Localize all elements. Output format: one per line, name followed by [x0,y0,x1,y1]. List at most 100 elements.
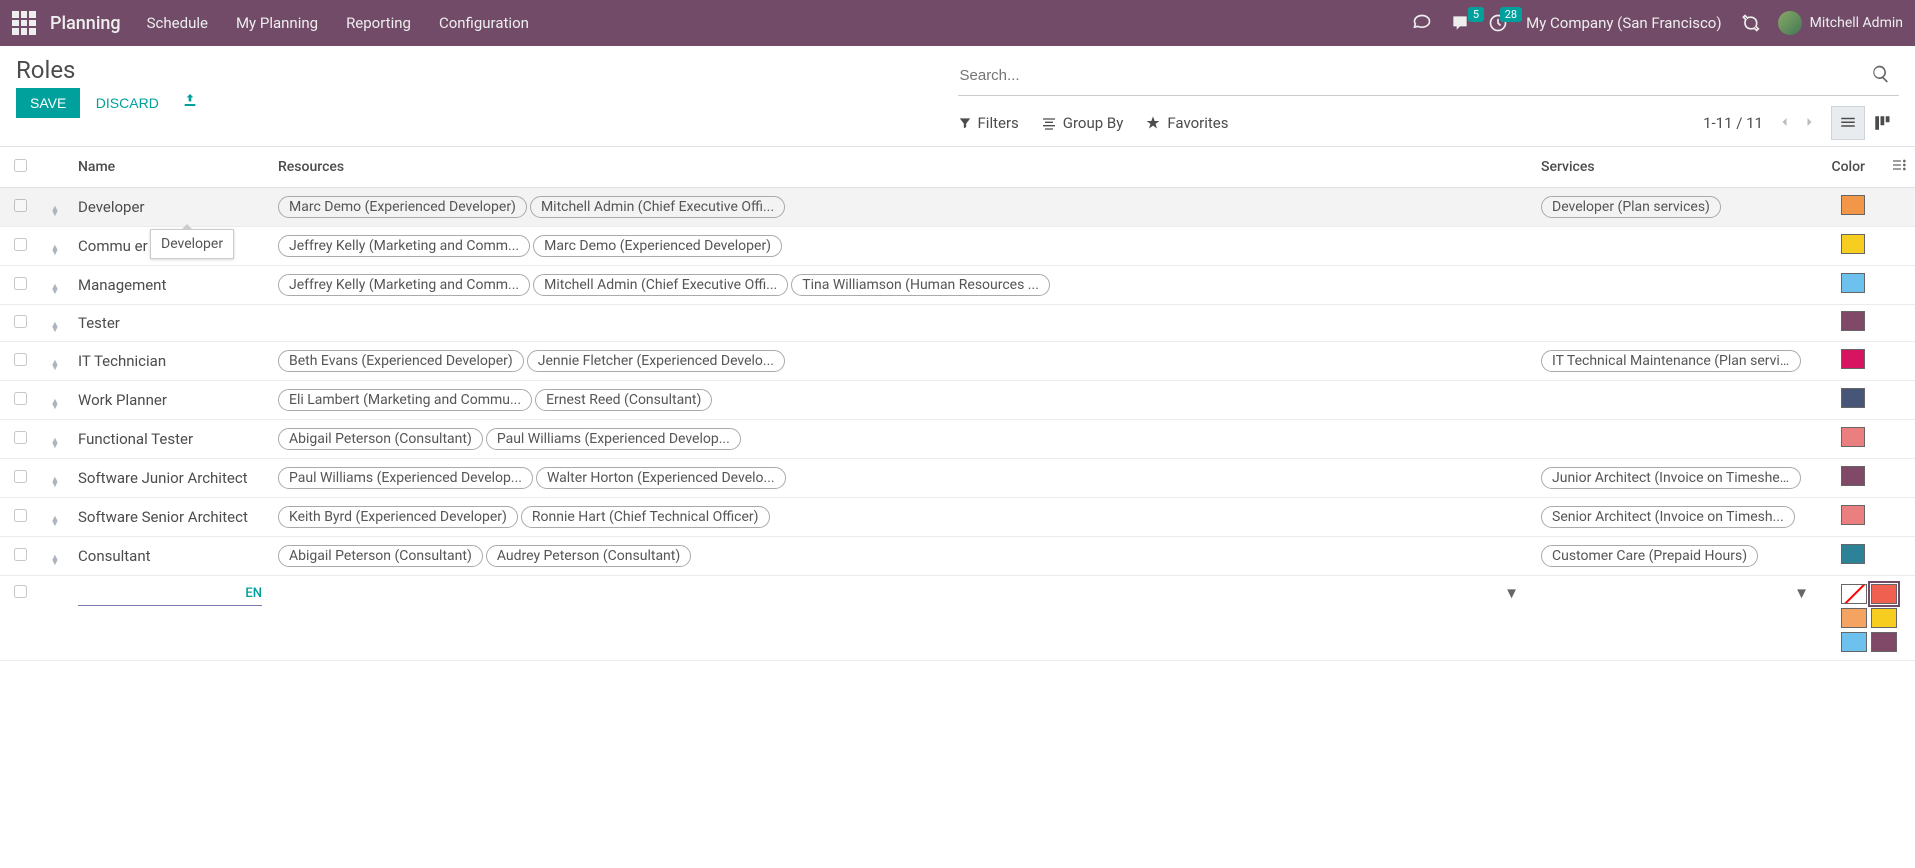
nav-my-planning[interactable]: My Planning [236,14,318,32]
row-resources[interactable]: Jeffrey Kelly (Marketing and Comm...Mitc… [270,266,1533,305]
color-swatch[interactable] [1841,388,1865,408]
row-services[interactable]: Customer Care (Prepaid Hours) [1533,537,1823,576]
service-tag[interactable]: Customer Care (Prepaid Hours) [1541,545,1758,567]
color-swatch[interactable] [1841,349,1865,369]
drag-handle[interactable]: ▲▼ [40,420,70,459]
color-swatch[interactable] [1841,273,1865,293]
row-name[interactable]: Functional Tester [70,420,270,459]
resource-tag[interactable]: Abigail Peterson (Consultant) [278,428,483,450]
pager-next[interactable] [1797,111,1821,136]
row-services[interactable] [1533,227,1823,266]
table-row[interactable]: ▲▼IT TechnicianBeth Evans (Experienced D… [0,342,1915,381]
row-resources[interactable]: Beth Evans (Experienced Developer)Jennie… [270,342,1533,381]
select-all-checkbox[interactable] [14,159,27,172]
row-name[interactable]: Consultant [70,537,270,576]
table-row[interactable]: ▲▼DeveloperMarc Demo (Experienced Develo… [0,188,1915,227]
color-swatch[interactable] [1841,234,1865,254]
resource-tag[interactable]: Audrey Peterson (Consultant) [486,545,691,567]
color-none[interactable] [1841,584,1867,604]
drag-handle[interactable]: ▲▼ [40,188,70,227]
pager-text[interactable]: 1-11 / 11 [1703,114,1763,132]
save-button[interactable]: SAVE [16,88,80,118]
row-name[interactable]: Management [70,266,270,305]
row-resources[interactable]: Marc Demo (Experienced Developer)Mitchel… [270,188,1533,227]
row-resources[interactable]: Abigail Peterson (Consultant)Paul Willia… [270,420,1533,459]
row-name[interactable]: Tester [70,305,270,342]
row-services[interactable]: Junior Architect (Invoice on Timeshe... [1533,459,1823,498]
row-services[interactable] [1533,381,1823,420]
groupby-button[interactable]: Group By [1041,114,1124,132]
resource-tag[interactable]: Abigail Peterson (Consultant) [278,545,483,567]
drag-handle[interactable]: ▲▼ [40,459,70,498]
row-services[interactable]: Developer (Plan services) [1533,188,1823,227]
view-kanban-button[interactable] [1865,106,1899,140]
table-row[interactable]: ▲▼Functional TesterAbigail Peterson (Con… [0,420,1915,459]
resource-tag[interactable]: Marc Demo (Experienced Developer) [533,235,782,257]
service-tag[interactable]: Senior Architect (Invoice on Timesh... [1541,506,1795,528]
resource-tag[interactable]: Beth Evans (Experienced Developer) [278,350,524,372]
col-resources[interactable]: Resources [270,147,1533,188]
nav-reporting[interactable]: Reporting [346,14,411,32]
table-row[interactable]: ▲▼Work PlannerEli Lambert (Marketing and… [0,381,1915,420]
resource-tag[interactable]: Keith Byrd (Experienced Developer) [278,506,518,528]
row-checkbox[interactable] [14,277,27,290]
row-resources[interactable]: Abigail Peterson (Consultant)Audrey Pete… [270,537,1533,576]
service-tag[interactable]: IT Technical Maintenance (Plan servi... [1541,350,1801,372]
pager-prev[interactable] [1773,111,1797,136]
row-name[interactable]: IT Technician [70,342,270,381]
table-row[interactable]: ▲▼ConsultantAbigail Peterson (Consultant… [0,537,1915,576]
col-options-icon[interactable] [1883,147,1915,188]
activities-icon[interactable]: 28 [1488,13,1508,33]
color-option[interactable] [1841,608,1867,628]
view-list-button[interactable] [1831,106,1865,140]
export-icon[interactable] [182,96,198,112]
color-swatch[interactable] [1841,466,1865,486]
resource-tag[interactable]: Walter Horton (Experienced Develo... [536,467,786,489]
color-swatch[interactable] [1841,195,1865,215]
resource-tag[interactable]: Tina Williamson (Human Resources ... [791,274,1050,296]
row-services[interactable]: IT Technical Maintenance (Plan servi... [1533,342,1823,381]
resource-tag[interactable]: Marc Demo (Experienced Developer) [278,196,527,218]
row-resources[interactable]: Eli Lambert (Marketing and Commu...Ernes… [270,381,1533,420]
row-services[interactable]: Senior Architect (Invoice on Timesh... [1533,498,1823,537]
resource-tag[interactable]: Ernest Reed (Consultant) [535,389,712,411]
voip-icon[interactable] [1412,13,1432,33]
new-row-checkbox[interactable] [14,585,27,598]
user-menu[interactable]: Mitchell Admin [1778,11,1903,35]
resource-tag[interactable]: Jennie Fletcher (Experienced Develo... [527,350,785,372]
service-tag[interactable]: Developer (Plan services) [1541,196,1721,218]
search-icon[interactable] [1863,60,1899,91]
drag-handle[interactable]: ▲▼ [40,342,70,381]
color-swatch[interactable] [1841,427,1865,447]
apps-icon[interactable] [12,11,36,35]
row-checkbox[interactable] [14,470,27,483]
resource-tag[interactable]: Paul Williams (Experienced Develop... [486,428,741,450]
search-input[interactable] [958,61,1864,90]
row-checkbox[interactable] [14,431,27,444]
table-row[interactable]: ▲▼Tester [0,305,1915,342]
resource-tag[interactable]: Ronnie Hart (Chief Technical Officer) [521,506,770,528]
favorites-button[interactable]: Favorites [1145,114,1228,132]
discard-button[interactable]: DISCARD [92,88,163,118]
row-checkbox[interactable] [14,509,27,522]
drag-handle[interactable]: ▲▼ [40,227,70,266]
row-checkbox[interactable] [14,315,27,328]
table-row[interactable]: ▲▼Software Junior ArchitectPaul Williams… [0,459,1915,498]
new-services-dropdown[interactable]: ▼ [1794,584,1809,602]
resource-tag[interactable]: Mitchell Admin (Chief Executive Offi... [533,274,788,296]
table-row[interactable]: ▲▼Commu erJeffrey Kelly (Marketing and C… [0,227,1915,266]
row-services[interactable] [1533,420,1823,459]
filters-button[interactable]: Filters [958,114,1019,132]
row-resources[interactable] [270,305,1533,342]
row-services[interactable] [1533,266,1823,305]
color-option[interactable] [1841,632,1867,652]
row-name[interactable]: Software Junior Architect [70,459,270,498]
row-services[interactable] [1533,305,1823,342]
company-selector[interactable]: My Company (San Francisco) [1526,14,1721,32]
color-option[interactable] [1871,608,1897,628]
nav-configuration[interactable]: Configuration [439,14,529,32]
color-swatch[interactable] [1841,544,1865,564]
row-checkbox[interactable] [14,353,27,366]
app-brand[interactable]: Planning [50,13,121,34]
new-resources-dropdown[interactable]: ▼ [1504,584,1519,602]
